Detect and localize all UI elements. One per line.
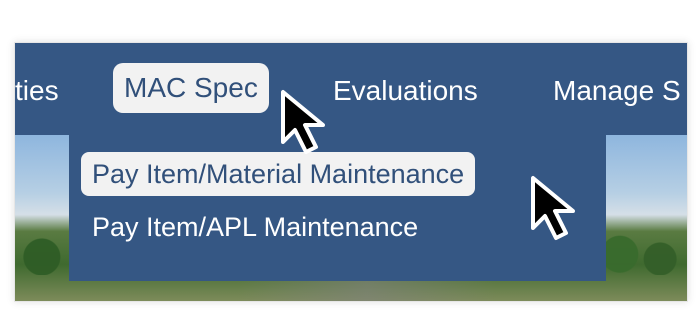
menu-item-pay-item-apl-maintenance[interactable]: Pay Item/APL Maintenance — [81, 205, 429, 249]
nav-item-manage-partial[interactable]: Manage S — [553, 71, 681, 111]
nav-item-activities-partial[interactable]: ties — [15, 71, 59, 111]
screenshot-frame: ties MAC Spec Evaluations Manage S Pay I… — [14, 42, 688, 302]
nav-item-evaluations[interactable]: Evaluations — [333, 71, 478, 111]
screenshot-canvas: ties MAC Spec Evaluations Manage S Pay I… — [0, 0, 700, 315]
nav-item-mac-spec[interactable]: MAC Spec — [113, 63, 269, 113]
mac-spec-dropdown-menu: Pay Item/Material Maintenance Pay Item/A… — [69, 135, 606, 281]
top-navigation-bar: ties MAC Spec Evaluations Manage S — [15, 43, 687, 135]
menu-item-pay-item-material-maintenance[interactable]: Pay Item/Material Maintenance — [81, 152, 476, 196]
